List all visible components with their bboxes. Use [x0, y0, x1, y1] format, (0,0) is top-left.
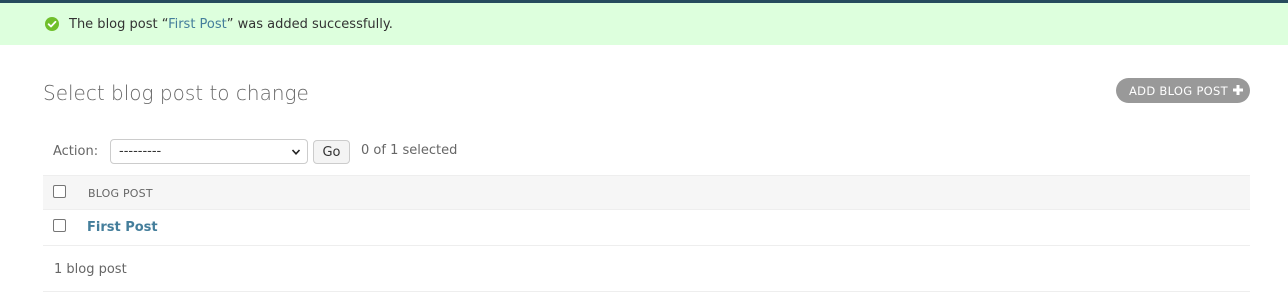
paginator: 1 blog post [43, 246, 1250, 292]
action-select[interactable]: --------- [110, 139, 308, 164]
action-label: Action: [53, 144, 99, 159]
page-title: Select blog post to change [43, 81, 309, 105]
table-header: BLOG POST [43, 175, 1250, 210]
select-all-checkbox[interactable] [53, 185, 66, 198]
blog-post-link[interactable]: First Post [87, 220, 158, 236]
row-checkbox[interactable] [53, 219, 66, 232]
success-message: The blog post “First Post” was added suc… [0, 3, 1288, 45]
selected-count: 0 of 1 selected [361, 143, 458, 158]
add-blog-post-button[interactable]: ADD BLOG POST [1116, 78, 1250, 103]
success-message-text: The blog post “First Post” was added suc… [69, 16, 393, 33]
message-prefix: The blog post “ [69, 17, 169, 32]
go-button[interactable]: Go [313, 140, 350, 164]
message-post-link[interactable]: First Post [168, 17, 227, 32]
add-blog-post-label: ADD BLOG POST [1129, 83, 1228, 98]
plus-icon [1233, 85, 1243, 95]
check-circle-icon [45, 17, 59, 31]
message-suffix: ” was added successfully. [226, 17, 393, 32]
action-select-value: --------- [119, 144, 162, 159]
column-header-blog-post[interactable]: BLOG POST [88, 187, 153, 200]
chevron-down-icon [291, 149, 301, 155]
result-count: 1 blog post [54, 262, 127, 277]
table-row: First Post [43, 210, 1250, 246]
